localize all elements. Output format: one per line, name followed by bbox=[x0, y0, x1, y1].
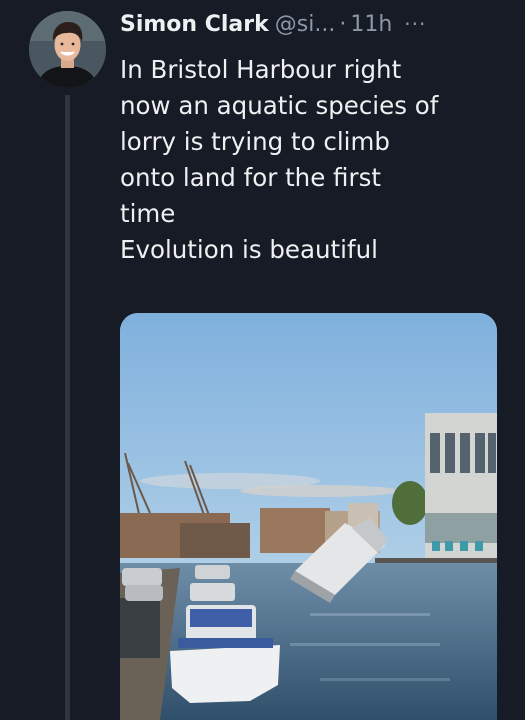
tweet-text: In Bristol Harbour right now an aquatic … bbox=[120, 52, 515, 268]
avatar-image bbox=[29, 11, 106, 88]
separator: · bbox=[339, 11, 347, 37]
timestamp[interactable]: 11h bbox=[350, 12, 392, 37]
author-handle[interactable]: @si... bbox=[275, 12, 336, 37]
tweet-text-line: In Bristol Harbour right bbox=[120, 55, 402, 84]
tweet-photo[interactable] bbox=[120, 313, 497, 720]
avatar[interactable] bbox=[29, 11, 106, 88]
tweet-text-line: time bbox=[120, 199, 176, 228]
tweet-text-line: onto land for the first bbox=[120, 163, 381, 192]
author-name[interactable]: Simon Clark bbox=[120, 12, 269, 37]
tweet-text-line: now an aquatic species of bbox=[120, 91, 439, 120]
tweet-text-line: Evolution is beautiful bbox=[120, 235, 378, 264]
tweet-text-line: lorry is trying to climb bbox=[120, 127, 390, 156]
harbour-photo bbox=[120, 313, 497, 720]
more-options-icon[interactable]: ··· bbox=[404, 12, 426, 36]
tweet-header: Simon Clark @si... · 11h ··· bbox=[120, 6, 520, 42]
thread-line bbox=[65, 95, 70, 720]
